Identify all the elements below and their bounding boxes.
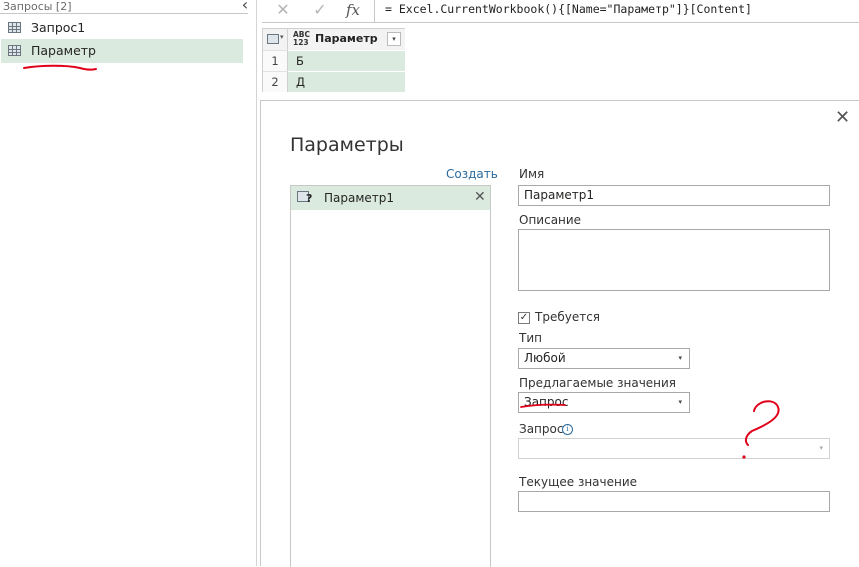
confirm-formula-button[interactable]: ✓ <box>308 0 332 20</box>
description-label: Описание <box>519 213 582 227</box>
divider <box>262 22 859 23</box>
column-filter-button[interactable]: ▾ <box>387 32 401 46</box>
collapse-pane-button[interactable]: ‹ <box>238 0 252 13</box>
table-icon <box>8 22 21 33</box>
name-field[interactable]: Параметр1 <box>518 185 830 206</box>
info-icon[interactable]: i <box>562 424 573 435</box>
divider <box>0 13 248 14</box>
parameter-name-label: Параметр1 <box>324 191 395 205</box>
checkmark-icon: ✓ <box>313 0 327 19</box>
row-number[interactable]: 2 <box>263 71 288 92</box>
query-label: Запрос <box>519 422 564 436</box>
parameter-list: ? Параметр1 ✕ <box>290 185 491 567</box>
divider <box>374 0 375 22</box>
description-field[interactable] <box>518 229 830 291</box>
data-grid: ▾ ABC 123 Параметр ▾ 1 Б 2 Д <box>262 28 405 92</box>
query-item-label: Запрос1 <box>31 20 86 35</box>
close-dialog-button[interactable]: ✕ <box>835 109 850 127</box>
required-checkbox[interactable]: ✓ <box>518 312 530 324</box>
table-icon <box>267 34 279 44</box>
parameter-list-item[interactable]: ? Параметр1 ✕ <box>291 186 490 210</box>
type-label: Тип <box>519 331 542 345</box>
queries-header: Запросы [2] <box>3 0 72 13</box>
insert-function-button[interactable]: fx <box>341 0 365 20</box>
formula-input[interactable]: = Excel.CurrentWorkbook(){[Name="Парамет… <box>385 2 752 16</box>
formula-bar: ✕ ✓ fx = Excel.CurrentWorkbook(){[Name="… <box>262 0 859 23</box>
chevron-down-icon: ▾ <box>819 444 823 452</box>
any-type-icon[interactable]: ABC 123 <box>293 31 310 47</box>
table-menu-button[interactable]: ▾ <box>263 29 288 50</box>
row-number[interactable]: 1 <box>263 50 288 71</box>
queries-pane: Запросы [2] ‹ Запрос1 Параметр <box>0 0 257 566</box>
table-row: 1 Б <box>263 50 405 71</box>
chevron-down-icon: ▾ <box>678 354 682 362</box>
red-underline-annotation <box>520 403 566 408</box>
type-select[interactable]: Любой ▾ <box>518 348 690 369</box>
chevron-down-icon: ▾ <box>280 33 284 41</box>
query-item-label: Параметр <box>31 43 96 58</box>
column-header[interactable]: ABC 123 Параметр ▾ <box>288 29 405 50</box>
current-value-field[interactable] <box>518 491 830 512</box>
parameter-icon-mark: ? <box>306 192 313 205</box>
chevron-down-icon: ▾ <box>678 398 682 406</box>
fx-icon: fx <box>345 1 360 19</box>
create-parameter-link[interactable]: Создать <box>446 167 498 181</box>
close-icon: ✕ <box>835 107 851 128</box>
current-value-label: Текущее значение <box>519 475 638 489</box>
dialog-title: Параметры <box>290 134 404 156</box>
required-label: Требуется <box>535 310 601 324</box>
type-icon-bottom: 123 <box>293 38 309 47</box>
close-icon: ✕ <box>276 0 290 19</box>
remove-parameter-button[interactable]: ✕ <box>474 189 486 205</box>
type-select-value: Любой <box>524 351 566 365</box>
table-cell[interactable]: Б <box>288 50 405 71</box>
red-question-mark-annotation <box>742 400 780 459</box>
query-item-parametr[interactable]: Параметр <box>1 39 243 63</box>
name-label: Имя <box>519 167 545 181</box>
query-item-zapros1[interactable]: Запрос1 <box>1 16 243 40</box>
parameters-dialog: ✕ Параметры Создать ? Параметр1 ✕ Имя Па… <box>260 100 859 567</box>
table-icon <box>8 45 21 56</box>
table-cell[interactable]: Д <box>288 71 405 92</box>
table-row: 2 Д <box>263 71 405 92</box>
cancel-formula-button[interactable]: ✕ <box>271 0 295 20</box>
suggested-values-label: Предлагаемые значения <box>519 376 677 390</box>
column-title: Параметр <box>315 32 378 45</box>
red-underline-annotation <box>23 64 97 71</box>
